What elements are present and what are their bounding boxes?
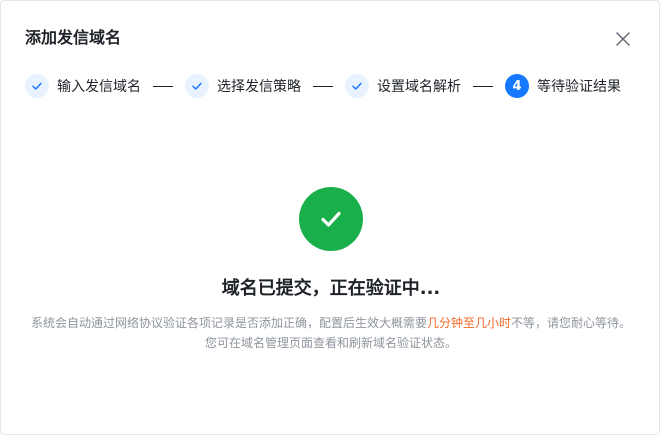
check-icon	[192, 82, 202, 90]
close-button[interactable]	[613, 29, 633, 49]
check-icon	[32, 82, 42, 90]
step-set-dns[interactable]: 设置域名解析	[345, 74, 461, 98]
step-connector	[313, 85, 333, 87]
step-wait-verification[interactable]: 4 等待验证结果	[505, 74, 621, 98]
check-icon	[352, 82, 362, 90]
add-sending-domain-dialog: 添加发信域名 输入发信域名 选择发信策略 设置域名解析 4 等待验证结果 域名已…	[0, 0, 660, 435]
check-icon	[321, 211, 341, 227]
status-desc-text: 系统会自动通过网络协议验证各项记录是否添加正确，配置后生效大概需要	[30, 316, 427, 330]
step-done-indicator	[345, 74, 369, 98]
steps-indicator: 输入发信域名 选择发信策略 设置域名解析 4 等待验证结果	[25, 74, 621, 98]
close-icon	[616, 32, 630, 46]
check-circle-icon	[299, 187, 363, 251]
step-done-indicator	[185, 74, 209, 98]
dialog-title: 添加发信域名	[25, 28, 122, 47]
step-label: 等待验证结果	[537, 79, 621, 95]
step-select-policy[interactable]: 选择发信策略	[185, 74, 301, 98]
step-connector	[153, 85, 173, 87]
step-label: 设置域名解析	[377, 79, 461, 95]
step-label: 输入发信域名	[57, 79, 141, 95]
status-description: 系统会自动通过网络协议验证各项记录是否添加正确，配置后生效大概需要几分钟至几小时…	[25, 313, 637, 353]
step-done-indicator	[25, 74, 49, 98]
step-enter-domain[interactable]: 输入发信域名	[25, 74, 141, 98]
step-connector	[473, 85, 493, 87]
step-number-badge: 4	[505, 74, 529, 98]
step-label: 选择发信策略	[217, 79, 301, 95]
status-title: 域名已提交，正在验证中...	[221, 278, 441, 299]
duration-highlight: 几分钟至几小时	[426, 316, 511, 330]
